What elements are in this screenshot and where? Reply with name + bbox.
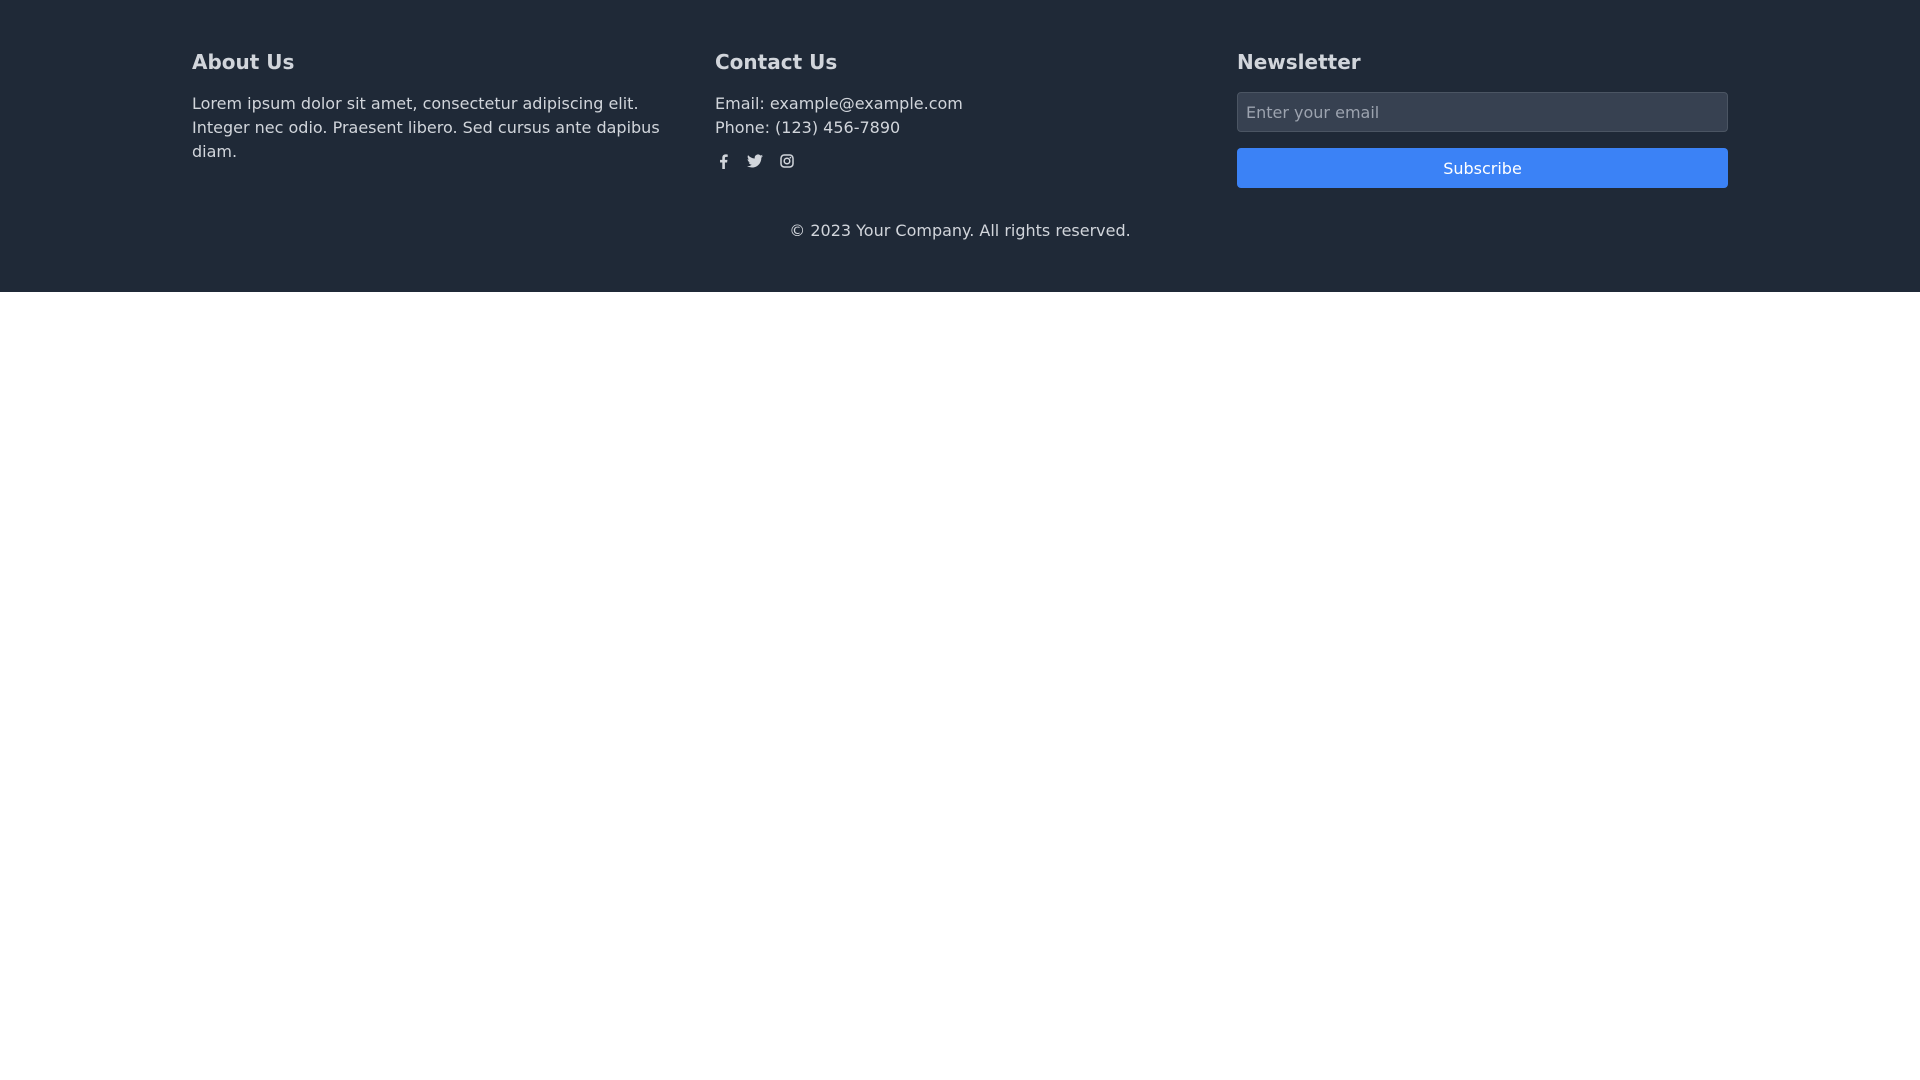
newsletter-email-input[interactable] xyxy=(1237,92,1728,132)
contact-email: Email: example@example.com xyxy=(715,94,963,113)
twitter-icon xyxy=(747,154,763,168)
copyright-text: © 2023 Your Company. All rights reserved… xyxy=(789,221,1131,240)
subscribe-button[interactable]: Subscribe xyxy=(1237,148,1728,188)
instagram-icon xyxy=(780,154,794,168)
facebook-link[interactable] xyxy=(715,152,731,170)
about-title: About Us xyxy=(192,50,295,74)
facebook-icon xyxy=(719,153,728,169)
site-footer: About Us Lorem ipsum dolor sit amet, con… xyxy=(0,0,1920,292)
twitter-link[interactable] xyxy=(747,152,763,170)
about-text: Lorem ipsum dolor sit amet, consectetur … xyxy=(192,94,660,161)
about-section: About Us Lorem ipsum dolor sit amet, con… xyxy=(192,50,682,164)
contact-phone: Phone: (123) 456-7890 xyxy=(715,118,901,137)
newsletter-section: Newsletter Subscribe xyxy=(1237,50,1728,188)
instagram-link[interactable] xyxy=(779,152,795,170)
contact-title: Contact Us xyxy=(715,50,838,74)
social-links xyxy=(715,152,1205,170)
footer-container: About Us Lorem ipsum dolor sit amet, con… xyxy=(192,0,1728,292)
contact-section: Contact Us Email: example@example.com Ph… xyxy=(715,50,1205,170)
contact-details: Email: example@example.com Phone: (123) … xyxy=(715,92,1205,140)
newsletter-title: Newsletter xyxy=(1237,50,1361,74)
